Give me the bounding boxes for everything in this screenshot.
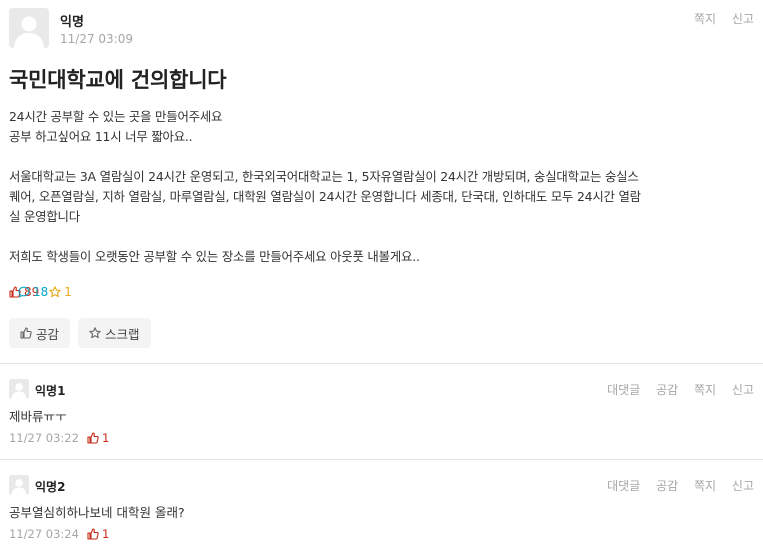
thumbs-up-icon	[20, 327, 32, 339]
star-icon	[89, 327, 101, 339]
report-button[interactable]: 신고	[732, 12, 754, 26]
comment-actions: 대댓글 공감 쪽지 신고	[595, 381, 754, 398]
comment-like-count: 1	[87, 431, 109, 445]
post-header: 익명 11/27 03:09 쪽지 신고	[9, 8, 754, 50]
comment-like-count-value: 1	[101, 431, 110, 445]
report-button[interactable]: 신고	[732, 383, 754, 397]
post-stats: 89 18 1	[9, 285, 82, 299]
comment-text: 제바류ㅠㅜ	[9, 409, 67, 424]
comment-timestamp: 11/27 03:24	[9, 527, 79, 541]
comment-like-count: 1	[87, 527, 109, 541]
post-title: 국민대학교에 건의합니다	[9, 68, 227, 92]
avatar	[9, 475, 29, 495]
post-body-line: 24시간 공부할 수 있는 곳을 만들어주세요	[9, 109, 223, 124]
like-button-label: 공감	[36, 326, 60, 342]
default-profile-icon	[9, 475, 29, 495]
comment-like-button[interactable]: 공감	[656, 479, 678, 493]
reply-button[interactable]: 대댓글	[607, 479, 640, 493]
speech-bubble-icon	[18, 286, 30, 298]
report-button[interactable]: 신고	[732, 479, 754, 493]
default-profile-icon	[9, 8, 49, 48]
comment-author: 익명2	[35, 480, 66, 494]
thumbs-up-icon	[87, 528, 99, 540]
comment-like-button[interactable]: 공감	[656, 383, 678, 397]
comment-count-value: 18	[33, 285, 49, 299]
post-body: 24시간 공부할 수 있는 곳을 만들어주세요 공부 하고싶어요 11시 너무 …	[9, 107, 754, 267]
comment-item: 익명2 대댓글 공감 쪽지 신고 공부열심히하나보네 대학원 올래? 11/27…	[9, 475, 754, 547]
like-button[interactable]: 공감	[9, 318, 71, 348]
comment-like-count-value: 1	[101, 527, 110, 541]
post-timestamp: 11/27 03:09	[60, 32, 133, 46]
message-button[interactable]: 쪽지	[694, 12, 716, 26]
post-body-line: 공부 하고싶어요 11시 너무 짧아요..	[9, 129, 193, 144]
avatar	[9, 8, 49, 48]
comment-meta: 11/27 03:24 1	[9, 527, 109, 541]
comment-actions: 대댓글 공감 쪽지 신고	[595, 477, 754, 494]
divider	[0, 459, 763, 460]
divider	[0, 363, 763, 364]
message-button[interactable]: 쪽지	[694, 383, 716, 397]
avatar	[9, 379, 29, 399]
comment-meta: 11/27 03:22 1	[9, 431, 109, 445]
comment-timestamp: 11/27 03:22	[9, 431, 79, 445]
thumbs-up-icon	[87, 432, 99, 444]
scrap-button-label: 스크랩	[105, 326, 140, 342]
comment-author: 익명1	[35, 384, 66, 398]
scrap-button[interactable]: 스크랩	[78, 318, 151, 348]
post-body-line: 퀘어, 오픈열람실, 지하 열람실, 마루열람실, 대학원 열람실이 24시간 …	[9, 189, 641, 204]
message-button[interactable]: 쪽지	[694, 479, 716, 493]
post-actions: 쪽지 신고	[682, 10, 754, 27]
post-author: 익명	[60, 15, 84, 30]
post-buttons: 공감 스크랩	[9, 318, 159, 348]
comment-text: 공부열심히하나보네 대학원 올래?	[9, 505, 185, 520]
reply-button[interactable]: 대댓글	[607, 383, 640, 397]
post-body-line: 실 운영합니다	[9, 209, 80, 224]
comment-item: 익명1 대댓글 공감 쪽지 신고 제바류ㅠㅜ 11/27 03:22 1	[9, 379, 754, 451]
post-body-line: 서울대학교는 3A 열람실이 24시간 운영되고, 한국외국어대학교는 1, 5…	[9, 169, 639, 184]
default-profile-icon	[9, 379, 29, 399]
